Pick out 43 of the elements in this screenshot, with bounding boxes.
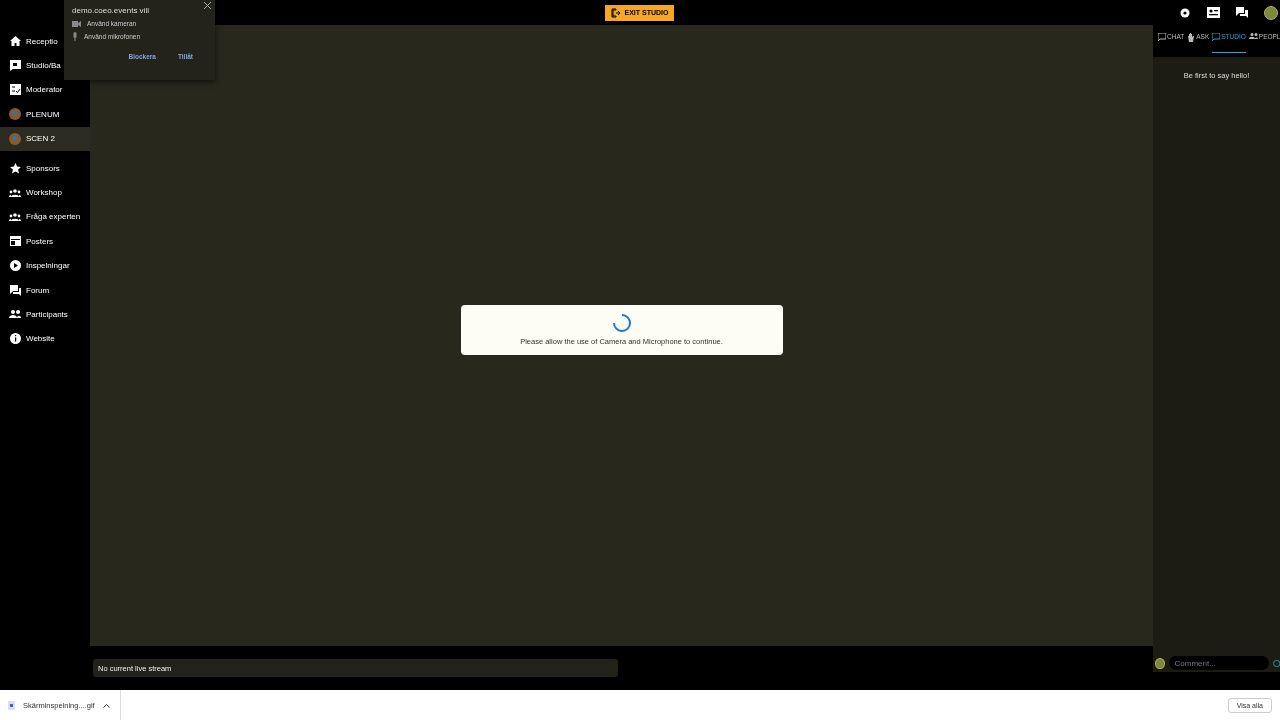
forum-icon	[9, 284, 21, 296]
group-icon	[9, 212, 21, 221]
sidebar-item[interactable]: Website	[0, 326, 90, 352]
checklist-icon	[9, 84, 21, 96]
sidebar-item[interactable]: Posters	[0, 229, 90, 254]
people-icon	[9, 310, 21, 319]
file-icon	[8, 700, 15, 710]
chat-icon	[1158, 33, 1166, 41]
avatar-icon	[9, 132, 21, 145]
info-icon	[9, 333, 21, 345]
close-icon[interactable]	[204, 2, 211, 9]
id-card-icon[interactable]	[1207, 7, 1220, 18]
video-chat-icon	[9, 60, 21, 72]
popup-title: demo.coeo.events vill	[72, 6, 150, 15]
chat-icon[interactable]	[1236, 7, 1248, 18]
play-icon	[9, 260, 21, 272]
sidebar-item[interactable]: Workshop	[0, 180, 90, 205]
people-icon	[1248, 33, 1258, 39]
home-icon	[9, 36, 21, 47]
settings-icon[interactable]	[1179, 6, 1191, 19]
sidebar-item[interactable]: Forum	[0, 277, 90, 303]
sidebar-item[interactable]: Studio/Ba	[0, 53, 90, 78]
hand-icon	[1187, 33, 1196, 42]
star-icon	[9, 162, 21, 174]
user-avatar	[1155, 657, 1165, 669]
comment-field[interactable]: Comment...	[1168, 656, 1269, 670]
sidebar-item[interactable]: Moderator	[0, 77, 90, 103]
posters-icon	[9, 236, 21, 247]
avatar-icon	[9, 108, 21, 121]
sidebar-item[interactable]: SCEN 2	[0, 126, 90, 151]
user-avatar[interactable]	[1264, 5, 1278, 20]
microphone-icon	[72, 32, 78, 41]
sidebar-item[interactable]: Participants	[0, 302, 90, 327]
loading-spinner-icon	[611, 313, 632, 333]
camera-icon	[72, 20, 81, 27]
sidebar-item[interactable]: Inspelningar	[0, 253, 90, 278]
video-chat-icon	[1212, 33, 1221, 41]
sidebar-item[interactable]: PLENUM	[0, 102, 90, 127]
sidebar-item[interactable]: Sponsors	[0, 155, 90, 181]
sidebar-item[interactable]: Fråga experten	[0, 204, 90, 230]
exit-icon	[610, 7, 621, 18]
group-icon	[9, 188, 21, 197]
chevron-up-icon[interactable]	[102, 702, 110, 708]
